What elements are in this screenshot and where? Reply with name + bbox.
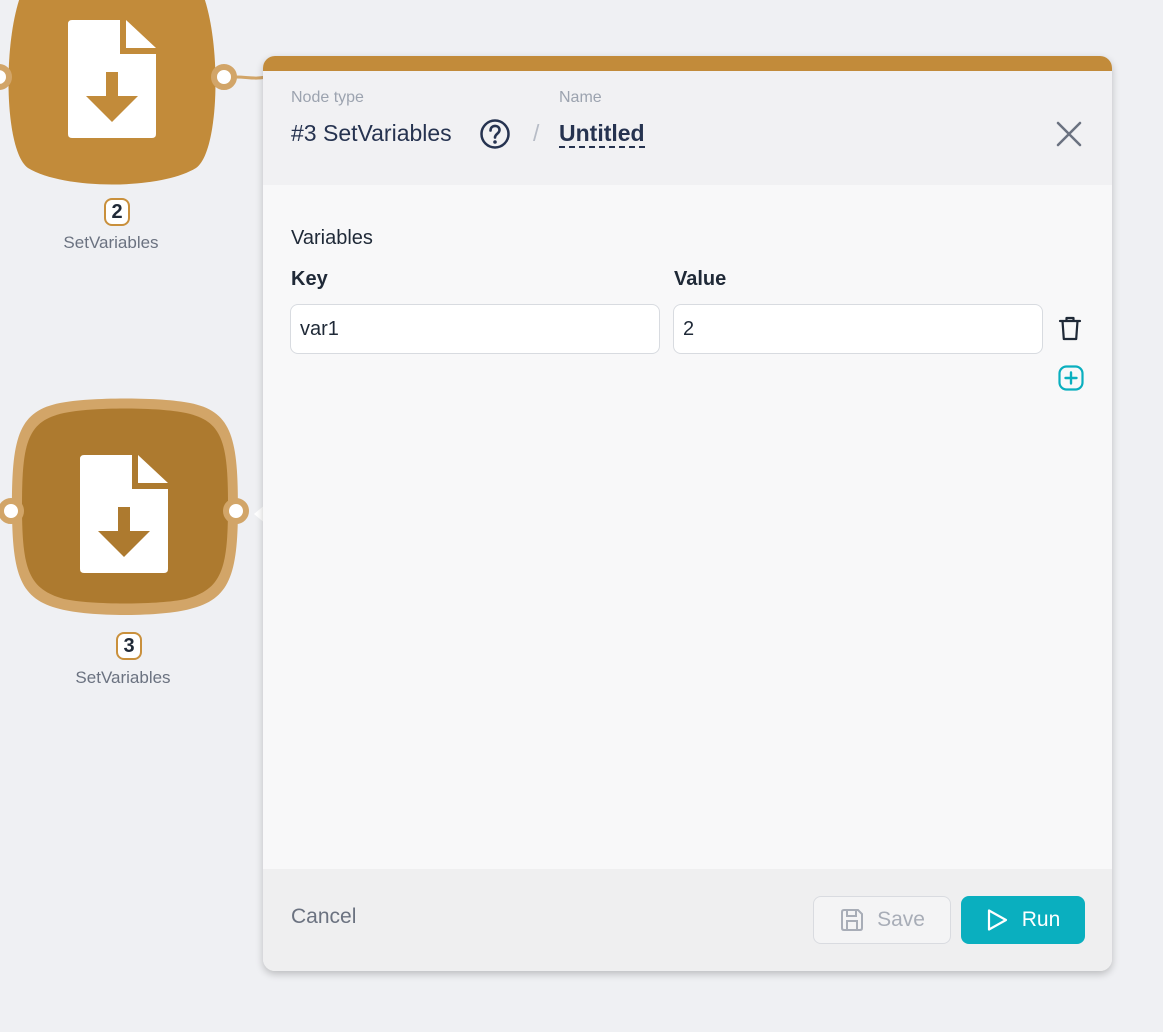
trash-icon[interactable] xyxy=(1058,316,1082,342)
key-column-label: Key xyxy=(291,268,328,290)
save-button-label: Save xyxy=(877,908,925,931)
node-name-editable[interactable]: Untitled xyxy=(559,120,645,148)
node-label: SetVariables xyxy=(75,668,171,687)
close-icon[interactable] xyxy=(1056,121,1082,147)
play-icon xyxy=(987,909,1007,931)
breadcrumb-separator: / xyxy=(533,120,540,146)
workflow-canvas[interactable]: 2 SetVariables 3 SetVariables Node type … xyxy=(0,0,1163,1032)
panel-header: Node type Name #3 SetVariables / Untitle… xyxy=(263,71,1112,185)
node-label: SetVariables xyxy=(63,233,159,252)
add-row-icon[interactable] xyxy=(1058,365,1084,391)
panel-footer: Cancel Save Run xyxy=(263,869,1112,971)
name-caption: Name xyxy=(559,89,602,106)
help-icon[interactable] xyxy=(479,118,511,150)
panel-accent-bar xyxy=(263,56,1112,71)
workflow-node-2[interactable]: 2 SetVariables xyxy=(0,0,240,260)
node-number-badge: 2 xyxy=(104,198,130,226)
node-type-value: #3 SetVariables xyxy=(291,120,452,146)
run-button-label: Run xyxy=(1021,908,1061,931)
floppy-disk-icon xyxy=(841,909,864,931)
node-number-badge: 3 xyxy=(116,632,142,660)
variable-key-input[interactable] xyxy=(290,304,660,354)
save-button[interactable]: Save xyxy=(813,896,951,944)
workflow-node-3[interactable]: 3 SetVariables xyxy=(0,395,260,695)
cancel-button[interactable]: Cancel xyxy=(291,905,356,929)
node-config-panel: Node type Name #3 SetVariables / Untitle… xyxy=(263,56,1112,971)
node-type-caption: Node type xyxy=(291,89,364,106)
variables-section-title: Variables xyxy=(291,227,373,249)
file-download-icon xyxy=(80,455,168,573)
value-column-label: Value xyxy=(674,268,727,290)
variable-value-input[interactable] xyxy=(673,304,1043,354)
file-download-icon xyxy=(68,20,156,138)
output-port[interactable] xyxy=(223,498,249,524)
run-button[interactable]: Run xyxy=(961,896,1085,944)
output-port[interactable] xyxy=(211,64,237,90)
